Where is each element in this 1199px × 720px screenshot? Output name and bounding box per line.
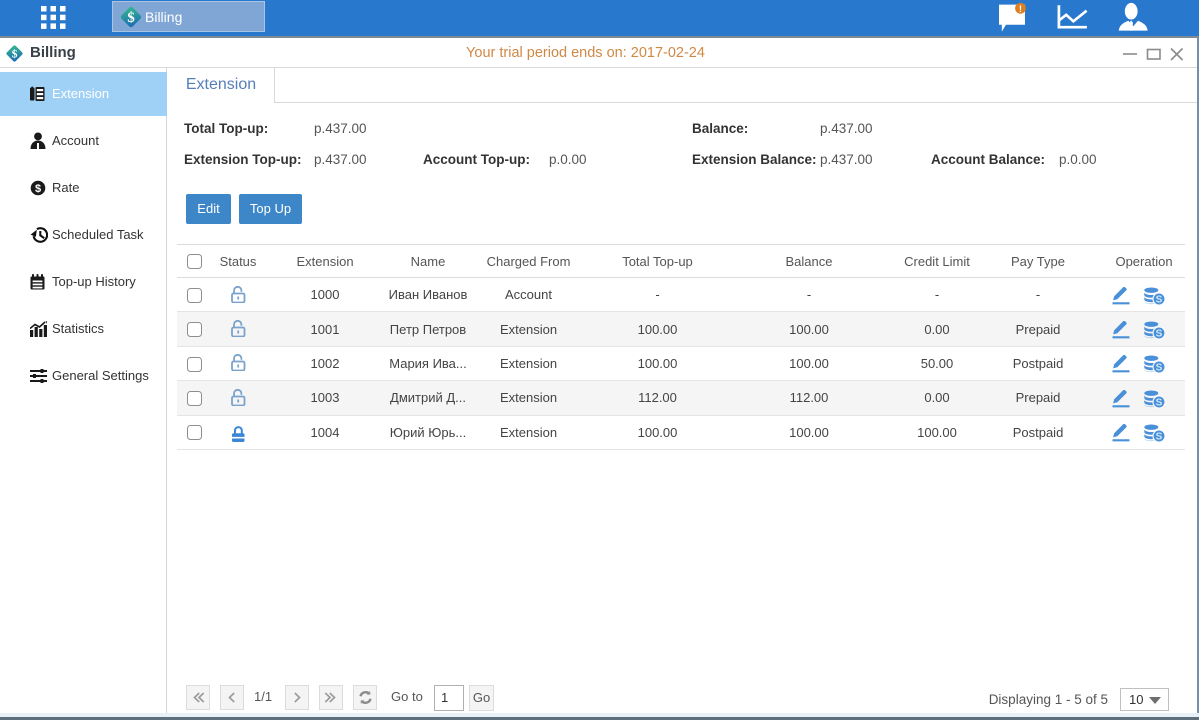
svg-text:$: $ — [35, 183, 41, 195]
svg-text:$: $ — [127, 10, 134, 26]
svg-text:!: ! — [1019, 4, 1022, 15]
